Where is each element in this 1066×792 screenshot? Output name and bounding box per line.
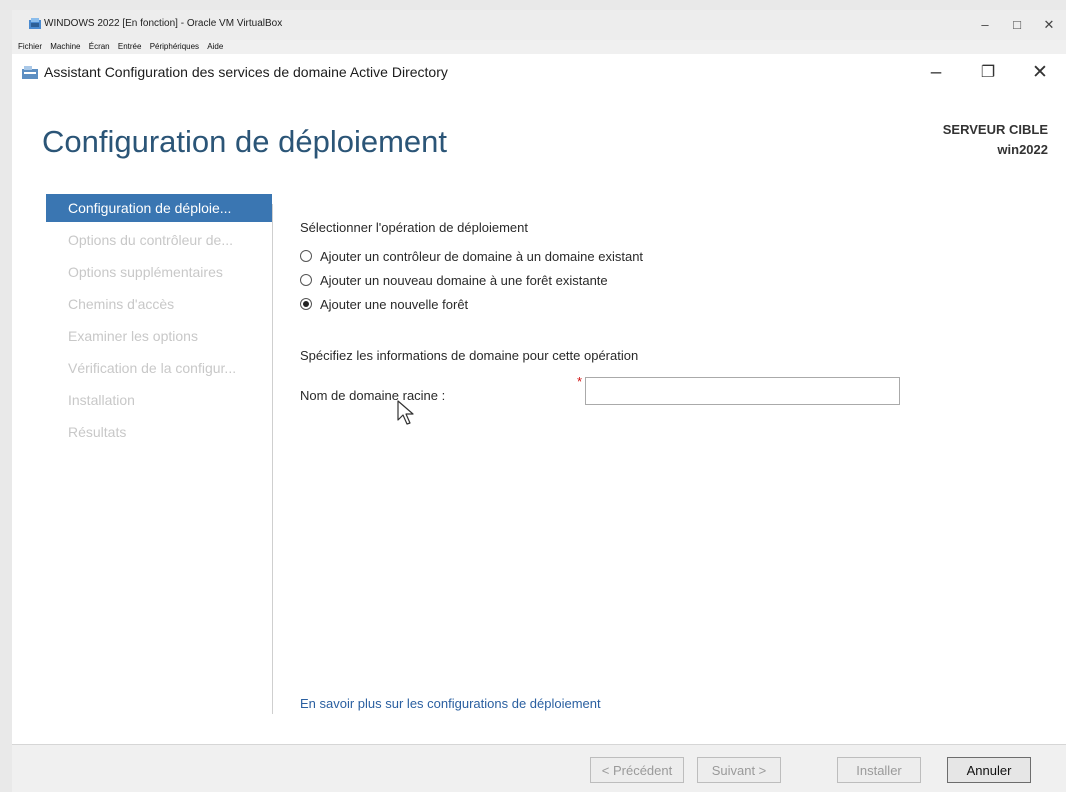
virtualbox-icon xyxy=(29,18,41,29)
wizard-title: Assistant Configuration des services de … xyxy=(44,64,448,80)
radio-button[interactable] xyxy=(300,274,312,286)
wizard-restore-button[interactable]: ❐ xyxy=(968,58,1008,88)
radio-label: Ajouter une nouvelle forêt xyxy=(320,296,469,312)
nav-step-prerequisites-check: Vérification de la configur... xyxy=(68,360,237,376)
virtualbox-menubar: Fichier Machine Écran Entrée Périphériqu… xyxy=(12,40,1066,54)
target-server-label: SERVEUR CIBLE xyxy=(942,122,1048,137)
nav-divider xyxy=(272,204,273,714)
previous-button[interactable]: < Précédent xyxy=(590,757,684,783)
radio-button[interactable] xyxy=(300,250,312,262)
nav-step-installation: Installation xyxy=(68,392,135,408)
virtualbox-title: WINDOWS 2022 [En fonction] - Oracle VM V… xyxy=(44,18,283,29)
virtualbox-titlebar: WINDOWS 2022 [En fonction] - Oracle VM V… xyxy=(12,10,1066,40)
nav-step-dc-options: Options du contrôleur de... xyxy=(68,232,233,248)
menu-peripheriques[interactable]: Périphériques xyxy=(150,40,199,54)
radio-label: Ajouter un nouveau domaine à une forêt e… xyxy=(320,272,608,288)
radio-add-new-forest[interactable]: Ajouter une nouvelle forêt xyxy=(300,294,468,314)
domain-info-label: Spécifiez les informations de domaine po… xyxy=(300,348,639,363)
vbox-close-button[interactable]: ✕ xyxy=(1034,14,1064,36)
learn-more-link[interactable]: En savoir plus sur les configurations de… xyxy=(300,696,601,711)
nav-step-additional-options: Options supplémentaires xyxy=(68,264,223,280)
radio-add-domain-existing-forest[interactable]: Ajouter un nouveau domaine à une forêt e… xyxy=(300,270,608,290)
required-asterisk: * xyxy=(577,374,583,389)
content-pane: Sélectionner l'opération de déploiement … xyxy=(300,204,1040,724)
menu-aide[interactable]: Aide xyxy=(207,40,223,54)
vbox-maximize-button[interactable]: □ xyxy=(1002,14,1032,36)
radio-add-dc-existing-domain[interactable]: Ajouter un contrôleur de domaine à un do… xyxy=(300,246,643,266)
next-button[interactable]: Suivant > xyxy=(697,757,781,783)
wizard-titlebar: Assistant Configuration des services de … xyxy=(12,54,1066,92)
vbox-minimize-button[interactable]: – xyxy=(970,14,1000,36)
root-domain-label: Nom de domaine racine : xyxy=(300,388,446,403)
nav-step-deployment-configuration[interactable]: Configuration de déploie... xyxy=(46,194,272,222)
wizard-close-button[interactable]: ✕ xyxy=(1020,58,1060,88)
radio-label: Ajouter un contrôleur de domaine à un do… xyxy=(320,248,644,264)
menu-fichier[interactable]: Fichier xyxy=(18,40,42,54)
root-domain-input[interactable] xyxy=(585,377,900,405)
nav-step-review-options: Examiner les options xyxy=(68,328,198,344)
install-button[interactable]: Installer xyxy=(837,757,921,783)
server-manager-icon xyxy=(22,66,38,79)
menu-entree[interactable]: Entrée xyxy=(118,40,142,54)
page-title: Configuration de déploiement xyxy=(42,124,447,159)
nav-step-paths: Chemins d'accès xyxy=(68,296,175,312)
ad-ds-wizard-window: Assistant Configuration des services de … xyxy=(12,54,1066,792)
virtualbox-window: WINDOWS 2022 [En fonction] - Oracle VM V… xyxy=(0,0,1066,792)
operation-label: Sélectionner l'opération de déploiement xyxy=(300,220,528,235)
radio-button-selected[interactable] xyxy=(300,298,312,310)
mouse-cursor-icon xyxy=(397,400,414,425)
wizard-footer: < Précédent Suivant > Installer Annuler xyxy=(12,744,1066,792)
target-server-name: win2022 xyxy=(997,142,1048,157)
wizard-minimize-button[interactable]: – xyxy=(916,58,956,88)
nav-step-results: Résultats xyxy=(68,424,127,440)
cancel-button[interactable]: Annuler xyxy=(947,757,1031,783)
menu-ecran[interactable]: Écran xyxy=(89,40,110,54)
menu-machine[interactable]: Machine xyxy=(50,40,80,54)
